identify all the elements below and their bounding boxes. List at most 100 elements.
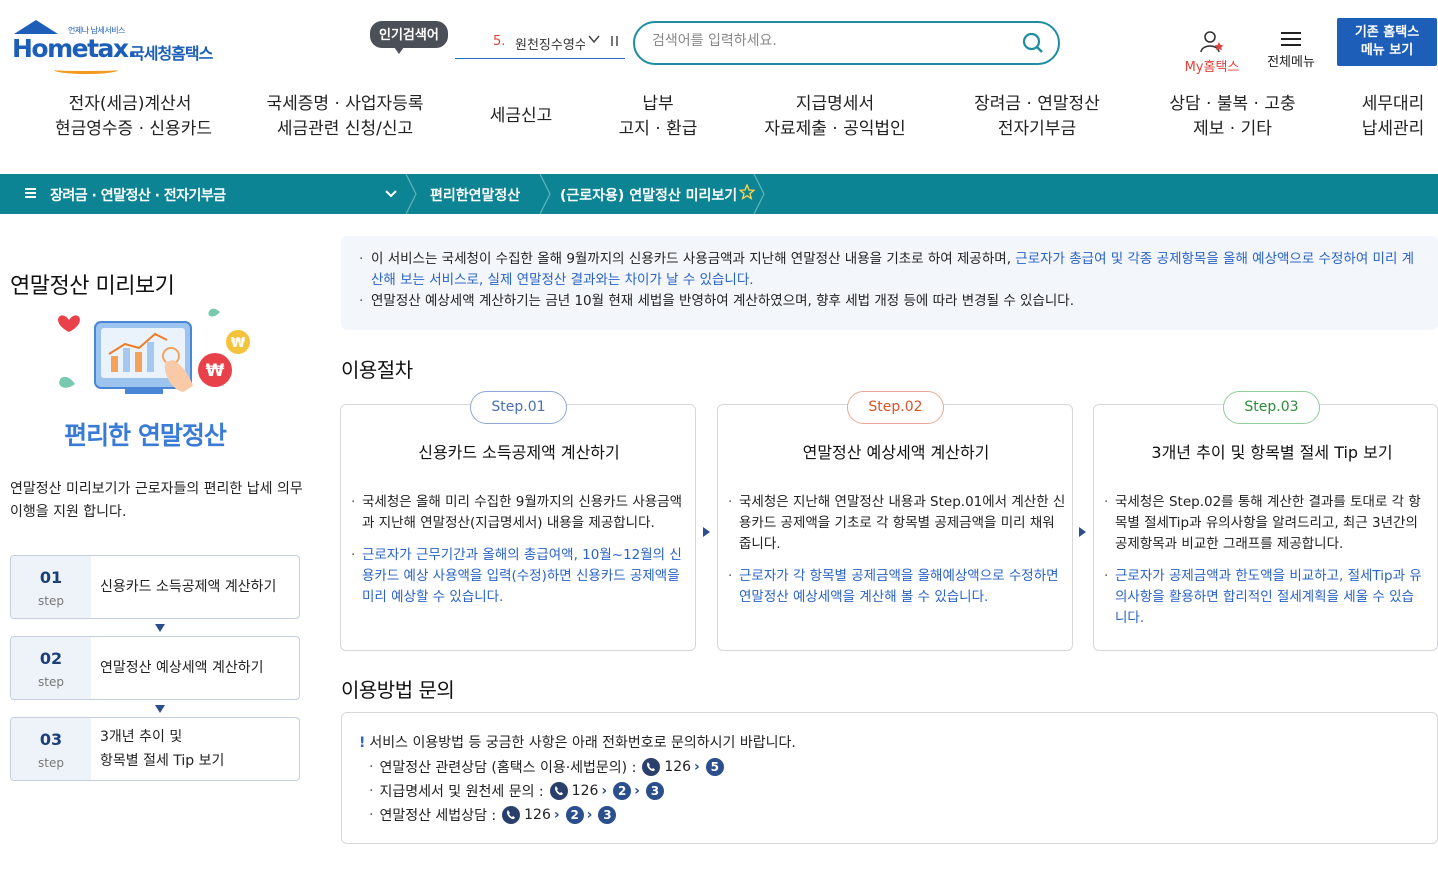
inquiry-row: · 지급명세서 및 원천세 문의 : 126 › 2 › 3 [369, 781, 664, 801]
step-pill: Step.01 [470, 391, 567, 424]
gnb-payment-statements[interactable]: 지급명세서 자료제출 · 공익법인 [755, 92, 915, 142]
step-pill: Step.03 [1223, 391, 1320, 424]
step-nav-03[interactable]: 03 step 3개년 추이 및 항목별 절세 Tip 보기 [10, 717, 300, 781]
search-icon[interactable] [1022, 32, 1044, 54]
phone-number: 126 [571, 783, 599, 799]
my-hometax-label: My홈택스 [1184, 60, 1240, 75]
old-menu-line2: 메뉴 보기 [1360, 43, 1414, 58]
step-pill: Step.02 [847, 391, 944, 424]
pause-icon[interactable] [610, 34, 620, 51]
svg-text:₩: ₩ [206, 361, 225, 381]
menu-number-badge: 3 [598, 806, 617, 824]
gnb-line2: 제보 · 기타 [1193, 119, 1272, 139]
step-number: 01 [39, 568, 63, 587]
step-word: step [38, 594, 64, 608]
all-menu-label: 전체메뉴 [1267, 55, 1315, 70]
gnb-line1: 세금신고 [489, 106, 553, 126]
gnb-line1: 장려금 · 연말정산 [974, 94, 1100, 114]
inquiry-head: ! 서비스 이용방법 등 궁금한 사항은 아래 전화번호로 문의하시기 바랍니다. [359, 732, 796, 752]
breadcrumb-item-easy-settlement[interactable]: 편리한연말정산 [430, 185, 520, 205]
logo-swoosh-icon [54, 66, 118, 74]
step-label: 연말정산 예상세액 계산하기 [100, 660, 264, 676]
step-card-03: Step.03 3개년 추이 및 항목별 절세 Tip 보기 국세청은 Step… [1093, 391, 1438, 651]
step-nav-02[interactable]: 02 step 연말정산 예상세액 계산하기 [10, 636, 300, 700]
step-word: step [38, 675, 64, 689]
phone-icon [549, 782, 568, 800]
gnb-line1: 국세증명 · 사업자등록 [266, 94, 424, 114]
inquiry-box: ! 서비스 이용방법 등 궁금한 사항은 아래 전화번호로 문의하시기 바랍니다.… [341, 712, 1438, 844]
step-nav-badge [11, 637, 91, 699]
step-card-title: 3개년 추이 및 항목별 절세 Tip 보기 [1151, 443, 1393, 462]
notice-text: 이 서비스는 국세청이 수집한 올해 9월까지의 신용카드 사용금액과 지난해 … [371, 251, 1016, 267]
calculator-illustration-icon: ₩ ₩ [58, 308, 250, 394]
step-card-title: 연말정산 예상세액 계산하기 [802, 443, 990, 462]
gnb-line1: 전자(세금)계산서 [68, 94, 192, 114]
popular-search-badge: 인기검색어 [370, 21, 448, 54]
hamburger-icon[interactable] [24, 186, 38, 200]
gnb-line1: 세무대리 [1361, 94, 1425, 114]
inquiry-head-text: 서비스 이용방법 등 궁금한 사항은 아래 전화번호로 문의하시기 바랍니다. [369, 735, 796, 751]
notice-box: 이 서비스는 국세청이 수집한 올해 9월까지의 신용카드 사용금액과 지난해 … [341, 236, 1438, 330]
logo-korean: 국세청홈택스 [130, 44, 213, 63]
step-card-highlight: 근로자가 각 항목별 공제금액을 올해예상액으로 수정하면 연말정산 예상세액을… [728, 566, 1066, 608]
step-label: 신용카드 소득공제액 계산하기 [100, 579, 277, 595]
step-nav-01[interactable]: 01 step 신용카드 소득공제액 계산하기 [10, 555, 300, 619]
logo-brand: Hometax. [12, 34, 137, 63]
phone-number: 126 [524, 807, 551, 823]
user-icon [1200, 31, 1224, 53]
my-hometax-button[interactable]: My홈택스 [1180, 30, 1244, 75]
gnb-line2: 고지 · 환급 [618, 119, 698, 139]
search-box [633, 21, 1060, 65]
old-menu-line1: 기존 홈택스 [1354, 25, 1420, 40]
notice-line: 이 서비스는 국세청이 수집한 올해 9월까지의 신용카드 사용금액과 지난해 … [359, 249, 1420, 291]
old-hometax-menu-button[interactable]: 기존 홈택스 메뉴 보기 [1337, 18, 1437, 66]
gnb-tax-filing[interactable]: 세금신고 [483, 104, 559, 129]
notice-line: 연말정산 예상세액 계산하기는 금년 10월 현재 세법을 반영하여 계산하였으… [359, 291, 1420, 312]
popular-term[interactable]: 원천징수영수증 [515, 34, 585, 53]
step-card-highlight: 근로자가 근무기간과 올해의 총급여액, 10월~12월의 신용카드 예상 사용… [351, 545, 689, 608]
step-card-text: 국세청은 올해 미리 수집한 9월까지의 신용카드 사용금액과 지난해 연말정산… [351, 492, 689, 534]
breadcrumb-separator-icon [405, 174, 417, 214]
gnb-line1: 지급명세서 [795, 94, 875, 114]
exclamation-icon: ! [359, 735, 366, 751]
chevron-down-icon[interactable] [587, 32, 601, 49]
popular-search-ticker[interactable]: 5. 원천징수영수증 [455, 32, 625, 59]
arrow-down-icon [155, 624, 165, 632]
inquiry-label: 연말정산 관련상담 (홈택스 이용·세법문의) : [379, 760, 637, 776]
gnb-year-end-settlement[interactable]: 장려금 · 연말정산 전자기부금 [965, 92, 1109, 142]
step-card-text: 국세청은 Step.02를 통해 계산한 결과를 토대로 각 항목별 절세Tip… [1104, 492, 1426, 555]
step-card-title: 신용카드 소득공제액 계산하기 [418, 443, 620, 462]
gnb-payment[interactable]: 납부 고지 · 환급 [612, 92, 704, 142]
page-title: 연말정산 미리보기 [10, 274, 175, 299]
phone-number: 126 [664, 759, 692, 775]
arrow-right-icon [1079, 527, 1086, 537]
step-card-01: Step.01 신용카드 소득공제액 계산하기 국세청은 올해 미리 수집한 9… [340, 391, 696, 651]
search-input[interactable] [652, 33, 992, 49]
gnb-line2: 자료제출 · 공익법인 [764, 119, 906, 139]
hamburger-icon [1281, 32, 1301, 46]
gnb-tax-agent[interactable]: 세무대리 납세관리 [1354, 92, 1432, 142]
chevron-down-icon[interactable] [384, 184, 398, 202]
step-card-text: 국세청은 지난해 연말정산 내용과 Step.01에서 계산한 신용카드 공제액… [728, 492, 1066, 555]
gnb-line1: 납부 [642, 94, 674, 114]
menu-number-badge: 3 [645, 782, 664, 800]
arrow-right-icon [703, 527, 710, 537]
breadcrumb-category[interactable]: 장려금 · 연말정산 · 전자기부금 [50, 185, 226, 205]
step-number: 02 [39, 649, 63, 668]
inquiry-heading: 이용방법 문의 [341, 678, 455, 702]
menu-number-badge: 5 [705, 758, 724, 776]
gnb-certificates[interactable]: 국세증명 · 사업자등록 세금관련 신청/신고 [260, 92, 430, 142]
logo-roof-icon [14, 20, 58, 34]
step-card-highlight: 근로자가 공제금액과 한도액을 비교하고, 절세Tip과 유의사항을 활용하면 … [1104, 566, 1426, 629]
breadcrumb-item-preview[interactable]: (근로자용) 연말정산 미리보기 [560, 185, 737, 205]
inquiry-label: 지급명세서 및 원천세 문의 : [379, 784, 544, 800]
inquiry-row: · 연말정산 관련상담 (홈택스 이용·세법문의) : 126 › 5 [369, 757, 724, 777]
gnb-line2: 세금관련 신청/신고 [276, 119, 414, 139]
all-menu-button[interactable]: 전체메뉴 [1262, 30, 1320, 70]
step-label: 3개년 추이 및 [100, 729, 183, 745]
hometax-logo[interactable]: 언제나 납세서비스 Hometax. 국세청홈택스 [12, 20, 232, 74]
gnb-consultation[interactable]: 상담 · 불복 · 고충 제보 · 기타 [1160, 92, 1305, 142]
popular-rank-number: 5. [493, 34, 506, 49]
arrow-down-icon [155, 705, 165, 713]
gnb-e-invoice[interactable]: 전자(세금)계산서 현금영수증 · 신용카드 [55, 92, 212, 142]
